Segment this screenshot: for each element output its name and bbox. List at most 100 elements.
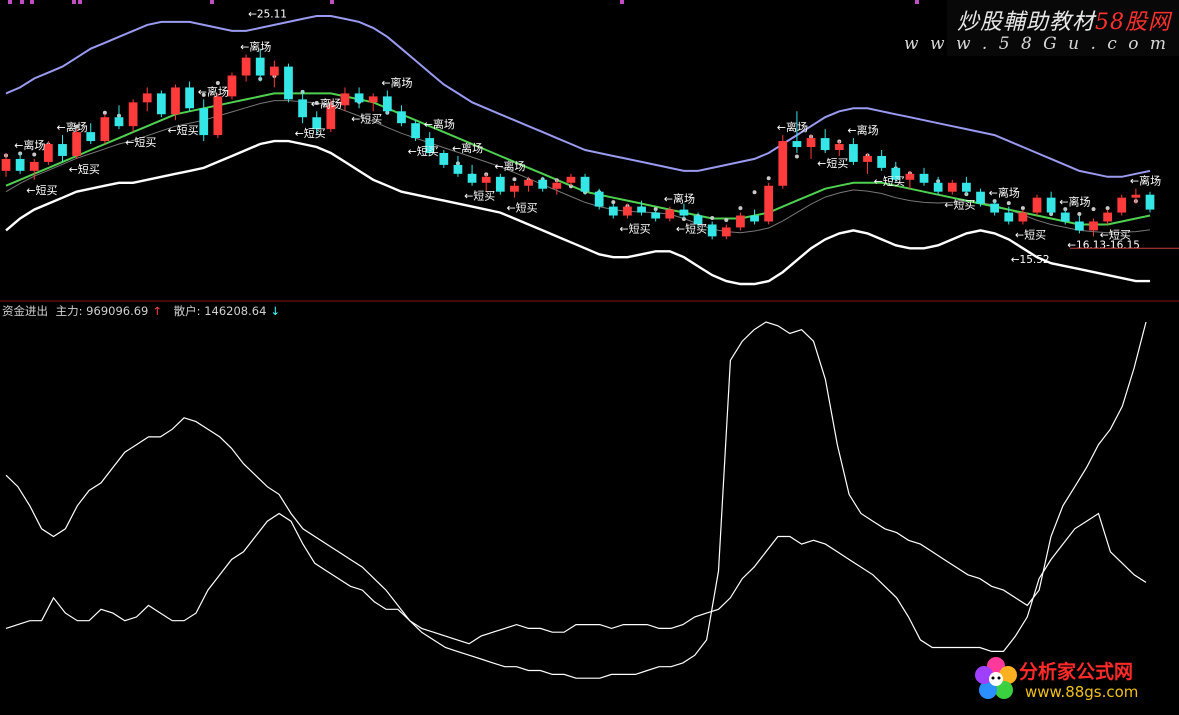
candle-body — [368, 96, 378, 103]
candle-body — [467, 173, 477, 183]
top-marker — [210, 0, 214, 4]
buy-signal-label: ←短买 — [26, 183, 57, 197]
signal-dot — [1020, 206, 1025, 211]
exit-signal-label: ←离场 — [240, 40, 271, 54]
retail-label: 散户: 146208.64 — [173, 304, 267, 318]
candle-body — [566, 176, 576, 183]
signal-dot — [1091, 207, 1096, 212]
candle-body — [707, 224, 717, 237]
candle-body — [1117, 197, 1127, 213]
candle-body — [1032, 197, 1042, 213]
main-force-value: 主力: 969096.69 ↑ — [56, 304, 166, 318]
candle-body — [552, 182, 562, 189]
price-annotation: ←25.11 — [248, 8, 287, 20]
candle-body — [820, 138, 830, 150]
indicator-name: 资金进出 — [2, 304, 48, 318]
candle-body — [750, 215, 759, 222]
candle-body — [29, 161, 39, 171]
candle-body — [15, 158, 25, 171]
top-marker — [8, 0, 12, 4]
candle-body — [976, 191, 985, 204]
exit-signal-label: ←离场 — [452, 141, 483, 155]
candle-body — [637, 206, 646, 213]
candle-body — [792, 141, 802, 148]
candle-body — [354, 93, 364, 103]
candle-body — [1145, 194, 1155, 210]
main-force-label: 主力: 969096.69 — [55, 304, 149, 318]
candle-body — [185, 87, 194, 109]
signal-dot — [738, 206, 743, 211]
candle-body — [199, 108, 209, 136]
candle-body — [990, 203, 1000, 213]
top-marker — [78, 0, 82, 4]
candle-body — [1, 158, 11, 171]
signal-dot — [611, 200, 616, 205]
exit-signal-label: ←离场 — [664, 192, 695, 206]
candle-body — [241, 57, 251, 76]
top-marker — [30, 0, 34, 4]
candle-body — [1131, 194, 1141, 198]
candle-body — [962, 182, 971, 192]
down-arrow-icon: ↓ — [270, 304, 281, 318]
candle-body — [284, 66, 293, 100]
candle-body — [1060, 212, 1070, 222]
indicator-header: 资金进出 主力: 969096.69 ↑ 散户: 146208.64 ↓ — [2, 303, 288, 319]
exit-signal-label: ←离场 — [381, 75, 412, 89]
candle-body — [651, 212, 661, 219]
candle-body — [849, 144, 858, 162]
signal-dot — [1105, 206, 1110, 211]
signal-dot — [1006, 201, 1011, 206]
candle-body — [1089, 221, 1098, 231]
candle-body — [623, 206, 632, 216]
buy-signal-label: ←短买 — [676, 222, 707, 236]
buy-signal-label: ←短买 — [408, 144, 439, 158]
candle-body — [58, 144, 67, 156]
exit-signal-label: ←离场 — [989, 186, 1020, 200]
buy-signal-label: ←短买 — [619, 222, 650, 236]
logo-text: 分析家公式网 — [1019, 661, 1134, 683]
candle-body — [1004, 212, 1014, 222]
exit-signal-label: ←离场 — [198, 84, 229, 98]
buy-signal-label: ←短买 — [506, 201, 537, 215]
signal-dot — [794, 154, 799, 159]
candle-body — [481, 176, 491, 183]
up-arrow-icon: ↑ — [152, 304, 163, 318]
watermark-url: w w w . 5 8 G u . c o m — [904, 34, 1169, 54]
exit-signal-label: ←离场 — [14, 138, 45, 152]
candle-body — [665, 209, 675, 219]
logo-url: www.88gs.com — [1025, 683, 1139, 701]
top-marker — [330, 0, 334, 4]
buy-signal-label: ←短买 — [167, 123, 198, 137]
retail-line — [5, 512, 1147, 652]
candle-body — [863, 155, 872, 162]
exit-signal-label: ←离场 — [424, 117, 455, 131]
candle-body — [495, 176, 505, 192]
candle-body — [947, 182, 957, 192]
candle-body — [1046, 197, 1056, 213]
signal-dot — [512, 177, 517, 182]
candle-body — [580, 176, 590, 192]
chart-stage: ←离场 ←离场 ←离场 ←离场 ←离场 ←离场 ←离场 ←离场 ←离场 ←离场 ←离场 ←离场 ←离场 ←… — [0, 0, 1179, 711]
signal-dot — [102, 110, 107, 115]
candle-body — [453, 164, 463, 174]
watermark-title-b: 58股网 — [1095, 10, 1171, 35]
candle-body — [524, 179, 533, 186]
candle-body — [510, 185, 519, 192]
candle-body — [1103, 212, 1113, 222]
candle-body — [72, 132, 81, 156]
exit-signal-label: ←离场 — [1059, 195, 1090, 209]
candle-body — [100, 117, 110, 142]
candle-body — [608, 206, 618, 216]
signal-dot — [724, 218, 729, 222]
exit-signal-label: ←离场 — [494, 159, 525, 173]
candle-body — [171, 87, 180, 115]
candle-body — [834, 144, 844, 150]
money-flow-panel — [5, 321, 1147, 679]
candle-body — [778, 141, 788, 186]
candle-body — [298, 99, 307, 118]
candle-body — [397, 111, 406, 124]
signal-dot — [1077, 212, 1082, 217]
site-logo: 分析家公式网 www.88gs.com — [973, 653, 1173, 707]
signal-dot — [710, 216, 715, 221]
lower-band-line — [5, 139, 1150, 286]
